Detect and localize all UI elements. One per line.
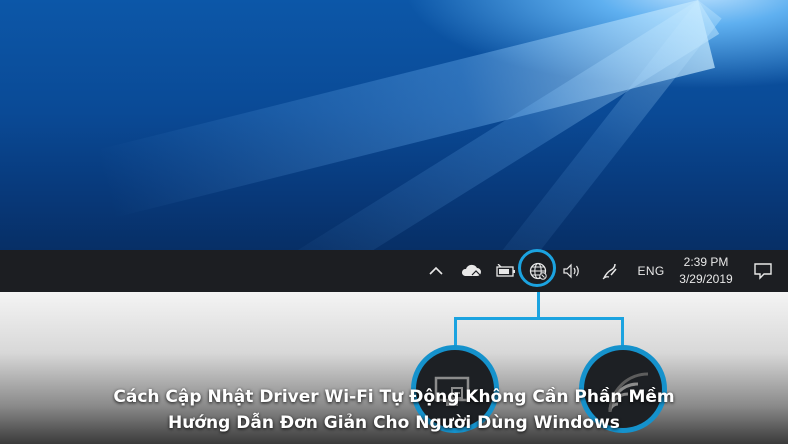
connector-right-drop [621, 317, 624, 347]
clock-date: 3/29/2019 [679, 272, 733, 286]
chevron-up-icon[interactable] [425, 250, 447, 292]
connector-horizontal [454, 317, 624, 320]
clock-time: 2:39 PM [683, 255, 729, 269]
volume-icon[interactable] [560, 250, 584, 292]
clock[interactable]: 2:39 PM 3/29/2019 [672, 250, 740, 292]
onedrive-cloud-icon[interactable] [458, 250, 484, 292]
caption-line-1: Cách Cập Nhật Driver Wi-Fi Tự Động Không… [113, 387, 675, 407]
taskbar: ENG 2:39 PM 3/29/2019 [0, 250, 788, 292]
caption-line-2: Hướng Dẫn Đơn Giản Cho Người Dùng Window… [168, 413, 620, 433]
connector-vertical [537, 292, 540, 317]
pen-icon[interactable] [598, 250, 622, 292]
battery-icon[interactable] [493, 250, 519, 292]
connector-left-drop [454, 317, 457, 347]
desktop-wallpaper [0, 0, 788, 250]
action-center-icon[interactable] [750, 250, 776, 292]
network-icon-highlight [518, 249, 556, 287]
language-indicator[interactable]: ENG [634, 250, 668, 292]
